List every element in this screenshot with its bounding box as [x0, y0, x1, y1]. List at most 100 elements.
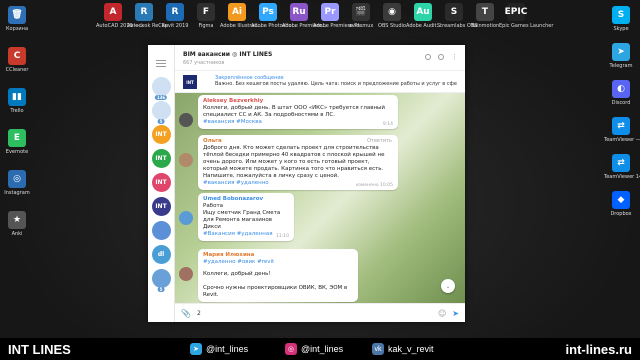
desktop-shortcut-icon: Ru — [290, 3, 308, 21]
scroll-down-button[interactable]: ⌄ — [441, 279, 455, 293]
pinned-message[interactable]: INT Закреплённое сообщение Важно. Без ке… — [175, 71, 465, 93]
message-tags[interactable]: #вакансия #Москва — [203, 119, 393, 126]
desktop-shortcut[interactable]: Ps Adobe Photosho... — [251, 3, 296, 29]
desktop-shortcut-icon: T — [476, 3, 494, 21]
desktop-shortcut-icon: ◉ — [383, 3, 401, 21]
desktop-shortcut-icon: ⇄ — [612, 117, 630, 135]
desktop-shortcut-icon: ▮▮ — [8, 88, 26, 106]
desktop-shortcut[interactable]: ★ Anki — [0, 211, 34, 237]
message-author[interactable]: Aleksey Bezverkhiy — [203, 98, 393, 104]
desktop-shortcut-icon: EPIC — [505, 3, 527, 21]
folder-item[interactable]: dl — [151, 245, 171, 264]
desktop-shortcut-label: Adobe Illustrat... — [220, 23, 262, 29]
telegram-icon: ➤ — [190, 343, 202, 355]
desktop-shortcut[interactable]: F Figma — [189, 3, 223, 29]
desktop-shortcut-label: avidemux — [348, 23, 374, 29]
desktop-shortcut-label: Корзина — [5, 26, 29, 32]
desktop-shortcut-label: Streamlabs OBS — [437, 23, 478, 29]
desktop-shortcut[interactable]: 🎬 avidemux — [344, 3, 378, 29]
desktop-shortcut[interactable]: E Evernote — [0, 129, 34, 155]
desktop-shortcut[interactable]: T Twinmotion — [468, 3, 502, 29]
message-input[interactable]: 2 — [191, 310, 432, 317]
desktop-shortcut[interactable]: R Revit 2019 — [158, 3, 192, 29]
desktop-shortcut[interactable]: 🗑 Корзина — [0, 6, 34, 32]
desktop-shortcut-label: AutoCAD 2019 —... — [96, 23, 145, 29]
folder-sidebar: 136 5 INT INT INT INT dl 5 — [148, 45, 175, 322]
desktop-shortcut[interactable]: ➤ Telegram — [604, 43, 638, 69]
emoji-icon[interactable]: ☺ — [438, 309, 446, 318]
message-text: Работа Ищу сметчик Гранд Смета для Ремон… — [203, 203, 281, 230]
menu-icon[interactable] — [156, 60, 166, 67]
desktop-shortcut-label: Evernote — [5, 149, 29, 155]
desktop-shortcut-label: Epic Games Launcher — [499, 23, 554, 29]
folder-item[interactable]: INT — [151, 197, 171, 216]
desktop-shortcut-icon: R — [135, 3, 153, 21]
message-bubble[interactable]: Aleksey Bezverkhiy Коллеги, добрый день. … — [198, 95, 398, 129]
desktop-shortcut-label: Autodesk ReCap — [127, 23, 169, 29]
desktop-shortcut[interactable]: ⇄ TeamViewer 14 — [604, 154, 640, 180]
vk-icon: vk — [372, 343, 384, 355]
desktop-shortcut[interactable]: ▮▮ Trello — [0, 88, 34, 114]
desktop-shortcut-icon: 🎬 — [352, 3, 370, 21]
desktop-shortcut[interactable]: ⇄ TeamViewer — ярлык — [604, 117, 640, 143]
send-icon[interactable]: ➤ — [452, 309, 459, 318]
folder-item[interactable]: INT — [151, 125, 171, 144]
desktop-shortcut[interactable]: C CCleaner — [0, 47, 34, 73]
message-time: 9:14 — [382, 122, 393, 127]
message-author[interactable]: Мария Илюхина — [203, 252, 353, 258]
desktop-shortcut-icon: 🗑 — [8, 6, 26, 24]
desktop-shortcut-label: Twinmotion — [470, 23, 500, 29]
desktop-shortcut-label: OBS Studio — [378, 23, 406, 29]
chat-header[interactable]: BIM вакансии ◎ INT LINES 667 участников … — [175, 45, 465, 71]
instagram-icon: ◎ — [285, 343, 297, 355]
desktop-shortcut-label: Anki — [11, 231, 23, 237]
pinned-avatar: INT — [183, 75, 197, 89]
desktop-shortcut[interactable]: ◆ Dropbox — [604, 191, 638, 217]
desktop-shortcut[interactable]: Pr Adobe Premiere Pr... — [313, 3, 364, 29]
message-bubble[interactable]: Umed Bobonazarov Работа Ищу сметчик Гранд… — [198, 193, 294, 241]
avatar[interactable] — [179, 113, 193, 127]
message-area: Aleksey Bezverkhiy Коллеги, добрый день. … — [175, 93, 465, 303]
folder-item[interactable]: 136 — [151, 77, 171, 100]
bottom-banner: INT LINES ➤ @int_lines ◎ @int_lines vk k… — [0, 338, 640, 360]
attach-icon[interactable]: 📎 — [181, 309, 191, 318]
message-time: изменено 10:05 — [355, 183, 393, 188]
message-bubble[interactable]: Ольга Доброго дня. Кто может сделать прое… — [198, 135, 398, 190]
desktop-shortcut[interactable]: A AutoCAD 2019 —... — [96, 3, 145, 29]
desktop-shortcut-label: Revit 2019 — [161, 23, 189, 29]
desktop-shortcut[interactable]: R Autodesk ReCap — [127, 3, 169, 29]
folder-item[interactable]: 5 — [151, 101, 171, 124]
search-icon[interactable] — [425, 54, 431, 60]
desktop-shortcut[interactable]: ◎ Instagram — [0, 170, 34, 196]
desktop-shortcut-label: CCleaner — [5, 67, 29, 73]
avatar[interactable] — [179, 267, 193, 281]
chat-title: BIM вакансии ◎ INT LINES — [183, 51, 273, 58]
desktop-shortcut[interactable]: EPIC Epic Games Launcher — [499, 3, 554, 29]
message-author[interactable]: Ольга — [203, 138, 393, 144]
desktop-shortcut[interactable]: S Skype — [604, 6, 638, 32]
reply-button[interactable]: Ответить — [367, 138, 392, 144]
folder-item[interactable]: INT — [151, 173, 171, 192]
more-icon[interactable]: ⋮ — [451, 54, 458, 61]
message-tags[interactable]: #удаленно #овик #revit — [203, 259, 353, 266]
desktop-shortcut-icon: S — [612, 6, 630, 24]
avatar[interactable] — [179, 153, 193, 167]
desktop-shortcut[interactable]: ◉ OBS Studio — [375, 3, 409, 29]
desktop-shortcut[interactable]: Au Adobe Audit... — [406, 3, 441, 29]
message-text: Коллеги, добрый день. В штат ООО «ИКС» т… — [203, 105, 385, 118]
desktop-shortcut[interactable]: Ai Adobe Illustrat... — [220, 3, 262, 29]
info-icon[interactable] — [438, 54, 444, 60]
desktop-shortcut-label: TeamViewer — ярлык — [604, 137, 640, 143]
desktop-shortcut[interactable]: ◐ Discord — [604, 80, 638, 106]
message-author[interactable]: Umed Bobonazarov — [203, 196, 289, 202]
message-bubble[interactable]: Мария Илюхина #удаленно #овик #revit Колле… — [198, 249, 358, 302]
desktop-shortcut-icon: F — [197, 3, 215, 21]
desktop-shortcut-icon: ◆ — [612, 191, 630, 209]
folder-item[interactable]: 5 — [151, 269, 171, 292]
avatar[interactable] — [179, 211, 193, 225]
desktop-shortcut[interactable]: Ru Adobe Premiere... — [282, 3, 326, 29]
brand-name: INT LINES — [8, 341, 71, 357]
folder-item[interactable] — [151, 221, 171, 240]
folder-item[interactable]: INT — [151, 149, 171, 168]
desktop-shortcut[interactable]: S Streamlabs OBS — [437, 3, 478, 29]
